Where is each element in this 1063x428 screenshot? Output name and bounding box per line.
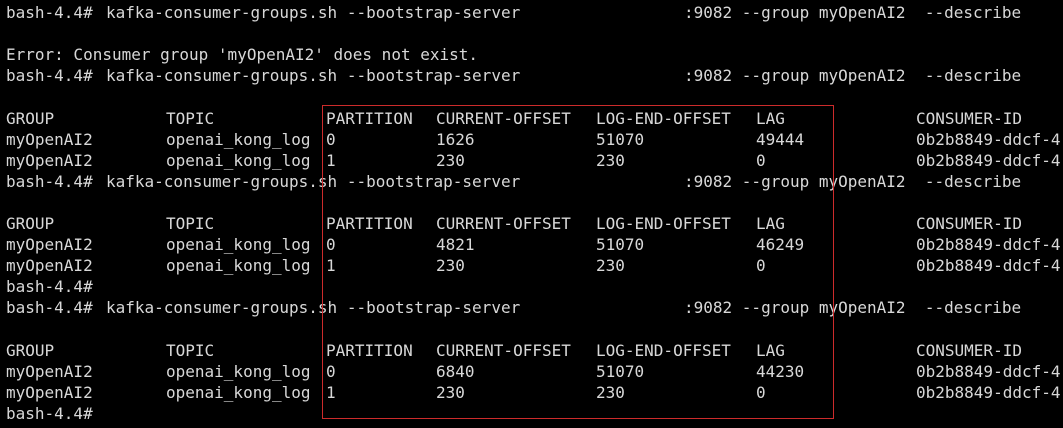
cell-consumer-id: 0b2b8849-ddcf-4 <box>916 150 1061 170</box>
cell-lag: 0 <box>756 256 766 276</box>
command-args: :9082 --group myOpenAI2 --describe <box>684 3 1022 22</box>
header-group: GROUP <box>6 108 55 128</box>
cell-consumer-id: 0b2b8849-ddcf-4 <box>916 256 1061 276</box>
cell-group: myOpenAI2 <box>6 256 93 276</box>
shell-prompt: bash-4.4# <box>6 3 93 22</box>
cell-lag: 0 <box>756 382 766 402</box>
cell-lag: 44230 <box>756 361 805 381</box>
cell-topic: openai_kong_log <box>166 382 311 402</box>
command-text: kafka-consumer-groups.sh --bootstrap-ser… <box>106 66 521 86</box>
cell-current-offset: 1626 <box>436 129 475 149</box>
cell-group: myOpenAI2 <box>6 361 93 381</box>
header-log-end-offset: LOG-END-OFFSET <box>596 340 731 360</box>
cell-topic: openai_kong_log <box>166 235 311 255</box>
prompt-line: bash-4.4# <box>6 403 93 424</box>
command-text: kafka-consumer-groups.sh --bootstrap-ser… <box>106 298 521 318</box>
header-lag: LAG <box>756 214 785 233</box>
cell-group: myOpenAI2 <box>6 235 93 255</box>
cell-consumer-id: 0b2b8849-ddcf-4 <box>916 235 1061 255</box>
header-consumer-id: CONSUMER-ID <box>916 214 1022 233</box>
cell-log-end-offset: 230 <box>596 150 625 170</box>
header-topic: TOPIC <box>166 340 215 360</box>
header-partition: PARTITION <box>326 108 413 128</box>
cell-consumer-id: 0b2b8849-ddcf-4 <box>916 129 1061 149</box>
cell-log-end-offset: 51070 <box>596 361 645 381</box>
line-text: bash-4.4# <box>6 403 93 423</box>
header-group: GROUP <box>6 340 55 360</box>
shell-prompt: bash-4.4# <box>6 298 93 318</box>
cell-topic: openai_kong_log <box>166 256 311 276</box>
command-text: kafka-consumer-groups.sh --bootstrap-ser… <box>106 3 521 22</box>
cell-partition: 0 <box>326 129 336 149</box>
cell-lag: 46249 <box>756 235 805 255</box>
header-lag: LAG <box>756 108 785 128</box>
cell-log-end-offset: 51070 <box>596 235 645 255</box>
line-text: Error: Consumer group 'myOpenAI2' does n… <box>6 45 479 65</box>
cell-partition: 1 <box>326 382 336 402</box>
cell-current-offset: 6840 <box>436 361 475 381</box>
header-log-end-offset: LOG-END-OFFSET <box>596 214 731 233</box>
prompt-line: bash-4.4# <box>6 276 93 297</box>
terminal-window[interactable]: bash-4.4# kafka-consumer-groups.sh --boot… <box>0 0 1063 428</box>
cell-consumer-id: 0b2b8849-ddcf-4 <box>916 361 1061 381</box>
cell-lag: 0 <box>756 150 766 170</box>
cell-current-offset: 230 <box>436 150 465 170</box>
header-current-offset: CURRENT-OFFSET <box>436 340 571 360</box>
shell-prompt: bash-4.4# <box>6 171 93 191</box>
cell-log-end-offset: 230 <box>596 256 625 276</box>
header-partition: PARTITION <box>326 340 413 360</box>
cell-lag: 49444 <box>756 129 805 149</box>
error-message-line: Error: Consumer group 'myOpenAI2' does n… <box>6 44 478 65</box>
cell-group: myOpenAI2 <box>6 382 93 402</box>
header-topic: TOPIC <box>166 108 215 128</box>
cell-group: myOpenAI2 <box>6 129 93 149</box>
header-partition: PARTITION <box>326 214 413 233</box>
header-topic: TOPIC <box>166 214 215 233</box>
cell-log-end-offset: 51070 <box>596 129 645 149</box>
cell-partition: 0 <box>326 361 336 381</box>
cell-consumer-id: 0b2b8849-ddcf-4 <box>916 382 1061 402</box>
cell-partition: 1 <box>326 150 336 170</box>
command-args: :9082 --group myOpenAI2 --describe <box>684 66 1022 86</box>
cell-partition: 1 <box>326 256 336 276</box>
header-current-offset: CURRENT-OFFSET <box>436 214 571 233</box>
header-group: GROUP <box>6 214 55 233</box>
line-text: bash-4.4# <box>6 277 93 297</box>
cell-topic: openai_kong_log <box>166 150 311 170</box>
header-consumer-id: CONSUMER-ID <box>916 340 1022 360</box>
command-args: :9082 --group myOpenAI2 --describe <box>684 298 1022 318</box>
shell-prompt: bash-4.4# <box>6 66 93 86</box>
cell-current-offset: 230 <box>436 256 465 276</box>
header-consumer-id: CONSUMER-ID <box>916 108 1022 128</box>
cell-topic: openai_kong_log <box>166 361 311 381</box>
cell-partition: 0 <box>326 235 336 255</box>
header-lag: LAG <box>756 340 785 360</box>
header-current-offset: CURRENT-OFFSET <box>436 108 571 128</box>
cell-group: myOpenAI2 <box>6 150 93 170</box>
command-args: :9082 --group myOpenAI2 --describe <box>684 171 1022 191</box>
cell-topic: openai_kong_log <box>166 129 311 149</box>
header-log-end-offset: LOG-END-OFFSET <box>596 108 731 128</box>
cell-current-offset: 4821 <box>436 235 475 255</box>
cell-log-end-offset: 230 <box>596 382 625 402</box>
cell-current-offset: 230 <box>436 382 465 402</box>
command-text: kafka-consumer-groups.sh --bootstrap-ser… <box>106 171 521 191</box>
